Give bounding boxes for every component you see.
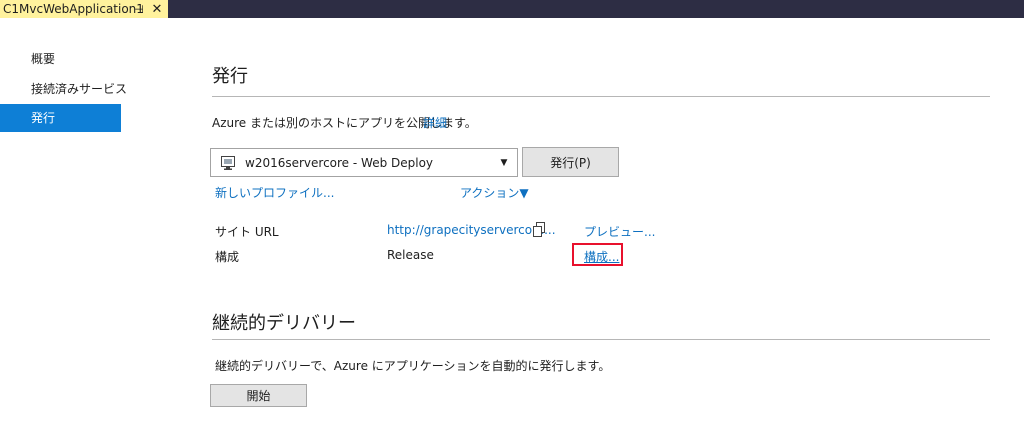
start-button[interactable]: 開始 [210, 384, 307, 407]
site-url-link[interactable]: http://grapecityservercore... [387, 223, 556, 237]
new-profile-link[interactable]: 新しいプロファイル... [215, 184, 334, 201]
config-value: Release [387, 248, 434, 262]
sidebar-item-publish[interactable]: 発行 [0, 104, 121, 132]
preview-link[interactable]: プレビュー... [584, 223, 655, 240]
config-label: 構成 [215, 250, 240, 264]
continuous-delivery-title: 継続的デリバリー [212, 313, 356, 334]
pin-icon[interactable]: ⊣ [131, 1, 147, 17]
publish-profile-dropdown[interactable]: w2016servercore - Web Deploy ▼ [210, 148, 518, 177]
document-tab-title: C1MvcWebApplication1 [3, 2, 144, 16]
close-icon[interactable]: ✕ [149, 1, 165, 17]
sidebar-nav: 概要 接続済みサービス 発行 [0, 44, 127, 132]
publish-section-divider [212, 96, 990, 97]
continuous-delivery-description: 継続的デリバリーで、Azure にアプリケーションを自動的に発行します。 [215, 359, 611, 373]
chevron-down-icon: ▼ [500, 157, 508, 168]
details-link[interactable]: 詳細 [423, 114, 447, 131]
site-url-label: サイト URL [215, 225, 279, 239]
actions-link[interactable]: アクション▼ [460, 184, 529, 201]
sidebar-item-connected-services[interactable]: 接続済みサービス [0, 74, 127, 104]
publish-profile-value: w2016servercore - Web Deploy [245, 155, 434, 170]
sidebar-item-overview[interactable]: 概要 [0, 44, 121, 74]
publish-button[interactable]: 発行(P) [522, 147, 619, 177]
publish-section-title: 発行 [212, 66, 248, 87]
config-link[interactable]: 構成... [584, 248, 619, 265]
copy-icon[interactable] [532, 222, 546, 238]
monitor-icon [220, 155, 236, 171]
continuous-delivery-divider [212, 339, 990, 340]
document-tab[interactable]: C1MvcWebApplication1 ⊣ ✕ [0, 0, 168, 18]
